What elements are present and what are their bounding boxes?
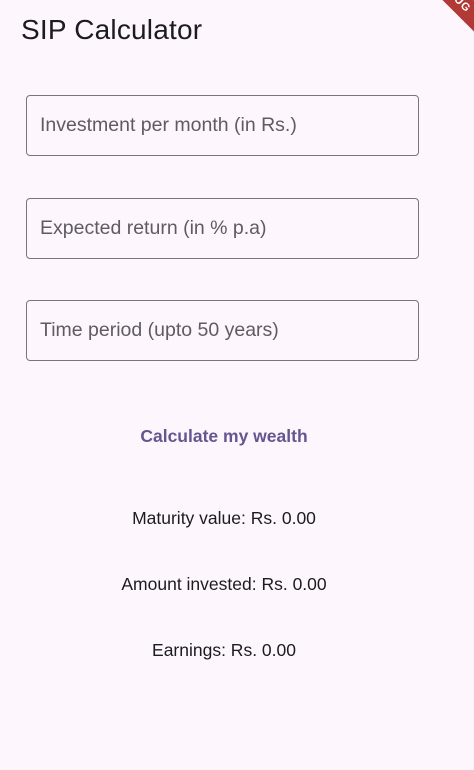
- maturity-value-text: Maturity value: Rs. 0.00: [132, 508, 316, 528]
- earnings-text: Earnings: Rs. 0.00: [152, 640, 296, 660]
- amount-invested-text: Amount invested: Rs. 0.00: [121, 574, 327, 594]
- time-period-field[interactable]: [26, 300, 419, 361]
- expected-return-input[interactable]: [27, 199, 418, 258]
- investment-field[interactable]: [26, 95, 419, 156]
- app-screen: SIP Calculator DEBUG Calculate my wealth…: [0, 0, 474, 770]
- expected-return-field[interactable]: [26, 198, 419, 259]
- page-title: SIP Calculator: [21, 14, 203, 45]
- debug-banner: DEBUG: [406, 0, 474, 42]
- time-period-input[interactable]: [27, 301, 418, 360]
- investment-input[interactable]: [27, 96, 418, 155]
- calculate-button[interactable]: Calculate my wealth: [0, 420, 448, 453]
